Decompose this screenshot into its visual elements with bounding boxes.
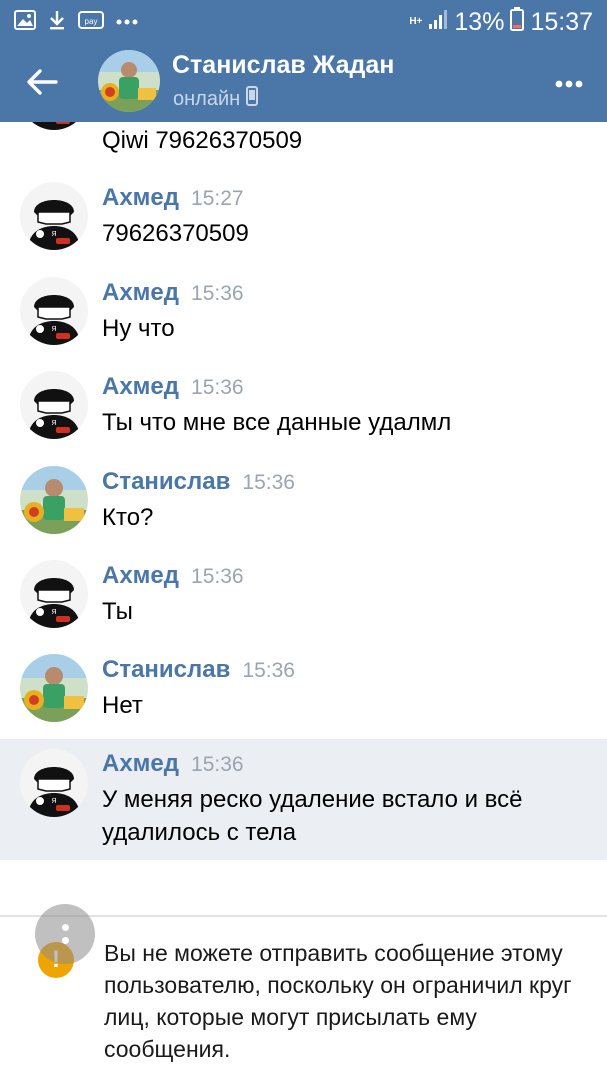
message-time: 15:36	[191, 282, 244, 305]
message-time: 15:27	[191, 187, 244, 210]
mobile-phone-icon	[246, 86, 259, 112]
author-name[interactable]: Станислав	[102, 656, 230, 683]
sender-avatar[interactable]	[20, 654, 88, 722]
message-header: Станислав 15:36	[102, 656, 295, 684]
author-name[interactable]: Ахмед	[102, 562, 179, 589]
message-time: 15:36	[191, 565, 244, 588]
more-notifications-icon	[116, 13, 138, 31]
message-time: 15:36	[242, 659, 295, 682]
message-header: Ахмед 15:36	[102, 373, 244, 401]
pay-notification-icon: pay	[78, 10, 104, 35]
message-text: 79626370509	[102, 220, 249, 247]
svg-text:Я: Я	[51, 609, 56, 616]
message-text: Нет	[102, 692, 143, 719]
message-time: 15:36	[191, 376, 244, 399]
message-text: Ты что мне все данные удалмл	[102, 409, 452, 436]
author-name[interactable]: Ахмед	[102, 279, 179, 306]
online-status: онлайн	[173, 86, 259, 112]
message-item[interactable]: Я Qiwi 79626370509	[0, 122, 607, 157]
download-notification-icon	[48, 9, 66, 36]
more-horizontal-icon	[555, 80, 583, 88]
message-item[interactable]: Я Ахмед 15:36 Ты что мне все данные удалм…	[0, 366, 607, 461]
online-status-text: онлайн	[173, 87, 241, 110]
svg-text:Я: Я	[51, 231, 56, 238]
message-text: Кто?	[102, 504, 154, 531]
message-text: Ну что	[102, 315, 175, 342]
vk-chat-screen: pay H+ 13% 15:37 Станислав Жадан онлайн …	[0, 0, 607, 1080]
message-item[interactable]: Станислав 15:36 Кто?	[0, 461, 607, 556]
chat-header: Станислав Жадан онлайн	[0, 44, 607, 122]
message-text: Ты	[102, 598, 133, 625]
author-name[interactable]: Станислав	[102, 468, 230, 495]
sender-avatar[interactable]: Я	[20, 560, 88, 628]
message-header: Ахмед 15:36	[102, 750, 244, 778]
svg-text:Я: Я	[51, 798, 56, 805]
svg-text:pay: pay	[85, 17, 98, 26]
message-item[interactable]: Я Ахмед 15:36 Ну что	[0, 272, 607, 367]
author-name[interactable]: Ахмед	[102, 373, 179, 400]
signal-icon	[428, 8, 448, 37]
message-item[interactable]: Я Ахмед 15:27 79626370509	[0, 177, 607, 272]
sender-avatar[interactable]: Я	[20, 122, 88, 130]
sender-avatar[interactable]: Я	[20, 371, 88, 439]
message-header: Ахмед 15:36	[102, 562, 244, 590]
dot-icon	[61, 937, 69, 944]
status-bar-notifications: pay	[14, 9, 138, 36]
author-name[interactable]: Ахмед	[102, 750, 179, 777]
message-list[interactable]: Я Qiwi 79626370509 Я Ахмед 15:27 79626370…	[0, 122, 607, 912]
clock: 15:37	[530, 7, 593, 36]
message-header: Станислав 15:36	[102, 468, 295, 496]
network-type: H+	[409, 16, 423, 27]
contact-avatar[interactable]	[98, 50, 160, 112]
floating-menu-button[interactable]	[35, 904, 95, 964]
more-options-button[interactable]	[551, 66, 587, 102]
message-item[interactable]: Станислав 15:36 Нет	[0, 649, 607, 744]
back-button[interactable]	[22, 62, 62, 102]
message-time: 15:36	[242, 471, 295, 494]
dot-icon	[61, 924, 69, 931]
sender-avatar[interactable]: Я	[20, 277, 88, 345]
message-text: У меняя реско удаление встало и всё удал…	[102, 786, 523, 846]
svg-text:Я: Я	[51, 420, 56, 427]
message-text: Qiwi 79626370509	[102, 127, 303, 154]
sender-avatar[interactable]: Я	[20, 749, 88, 817]
sender-avatar[interactable]: Я	[20, 182, 88, 250]
message-item-highlighted[interactable]: Я Ахмед 15:36 У меняя реско удаление вста…	[0, 739, 607, 860]
svg-text:Я: Я	[51, 326, 56, 333]
message-header: Ахмед 15:27	[102, 184, 244, 212]
battery-percent: 13%	[454, 7, 505, 36]
contact-name[interactable]: Станислав Жадан	[172, 51, 394, 80]
gallery-notification-icon	[14, 9, 36, 35]
arrow-left-icon	[27, 69, 58, 95]
notice-text: Вы не можете отправить сообщение этому п…	[104, 940, 572, 1062]
sender-avatar[interactable]	[20, 466, 88, 534]
author-name[interactable]: Ахмед	[102, 184, 179, 211]
message-header: Ахмед 15:36	[102, 279, 244, 307]
status-bar-system: H+ 13% 15:37	[409, 6, 593, 38]
message-time: 15:36	[191, 753, 244, 776]
message-item[interactable]: Я Ахмед 15:36 Ты	[0, 555, 607, 650]
battery-icon	[510, 6, 525, 38]
status-bar: pay H+ 13% 15:37	[0, 0, 607, 44]
